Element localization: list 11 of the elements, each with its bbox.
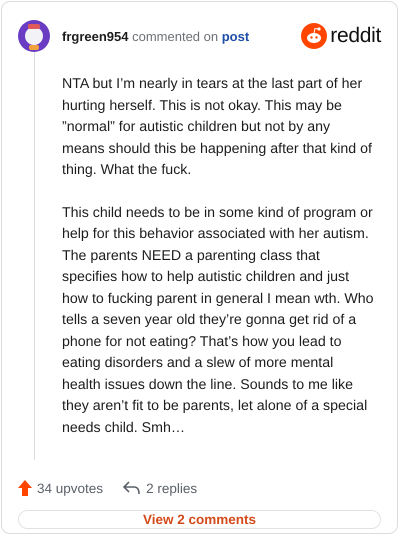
reply-count: 2 replies (146, 480, 198, 496)
brand-wordmark: reddit (330, 24, 381, 48)
avatar-icon (18, 20, 50, 52)
reply-arrow-icon[interactable] (123, 481, 142, 495)
comment-header: frgreen954 commented on post (62, 28, 250, 44)
alien-logo-icon (301, 23, 328, 49)
view-comments-button[interactable]: View 2 comments (18, 510, 381, 529)
upvote-arrow-icon[interactable] (18, 480, 32, 496)
comment-paragraph: NTA but I’m nearly in tears at the last part of her hurting herself. This is not okay. This may be ”normal” for autistic children but not by any means should this be happening after that kind of thing. What the fuck. (62, 75, 373, 180)
upvote-count: 34 upvotes (37, 480, 104, 496)
comment-paragraph: This child needs to be in some kind of program or help for this behavior associated with her autism. The parents NEED a parenting class that specifies how to help autistic children and just how to fucking parent in general I mean wth. Who tells a seven year old they’re gonna get rid of a phone for not eating? That’s how you lead to eating disorders and a slew of more mental health issues down the line. Sounds to me like they aren’t fit to be parents, let alone of a special needs child. Smh… (62, 204, 374, 438)
